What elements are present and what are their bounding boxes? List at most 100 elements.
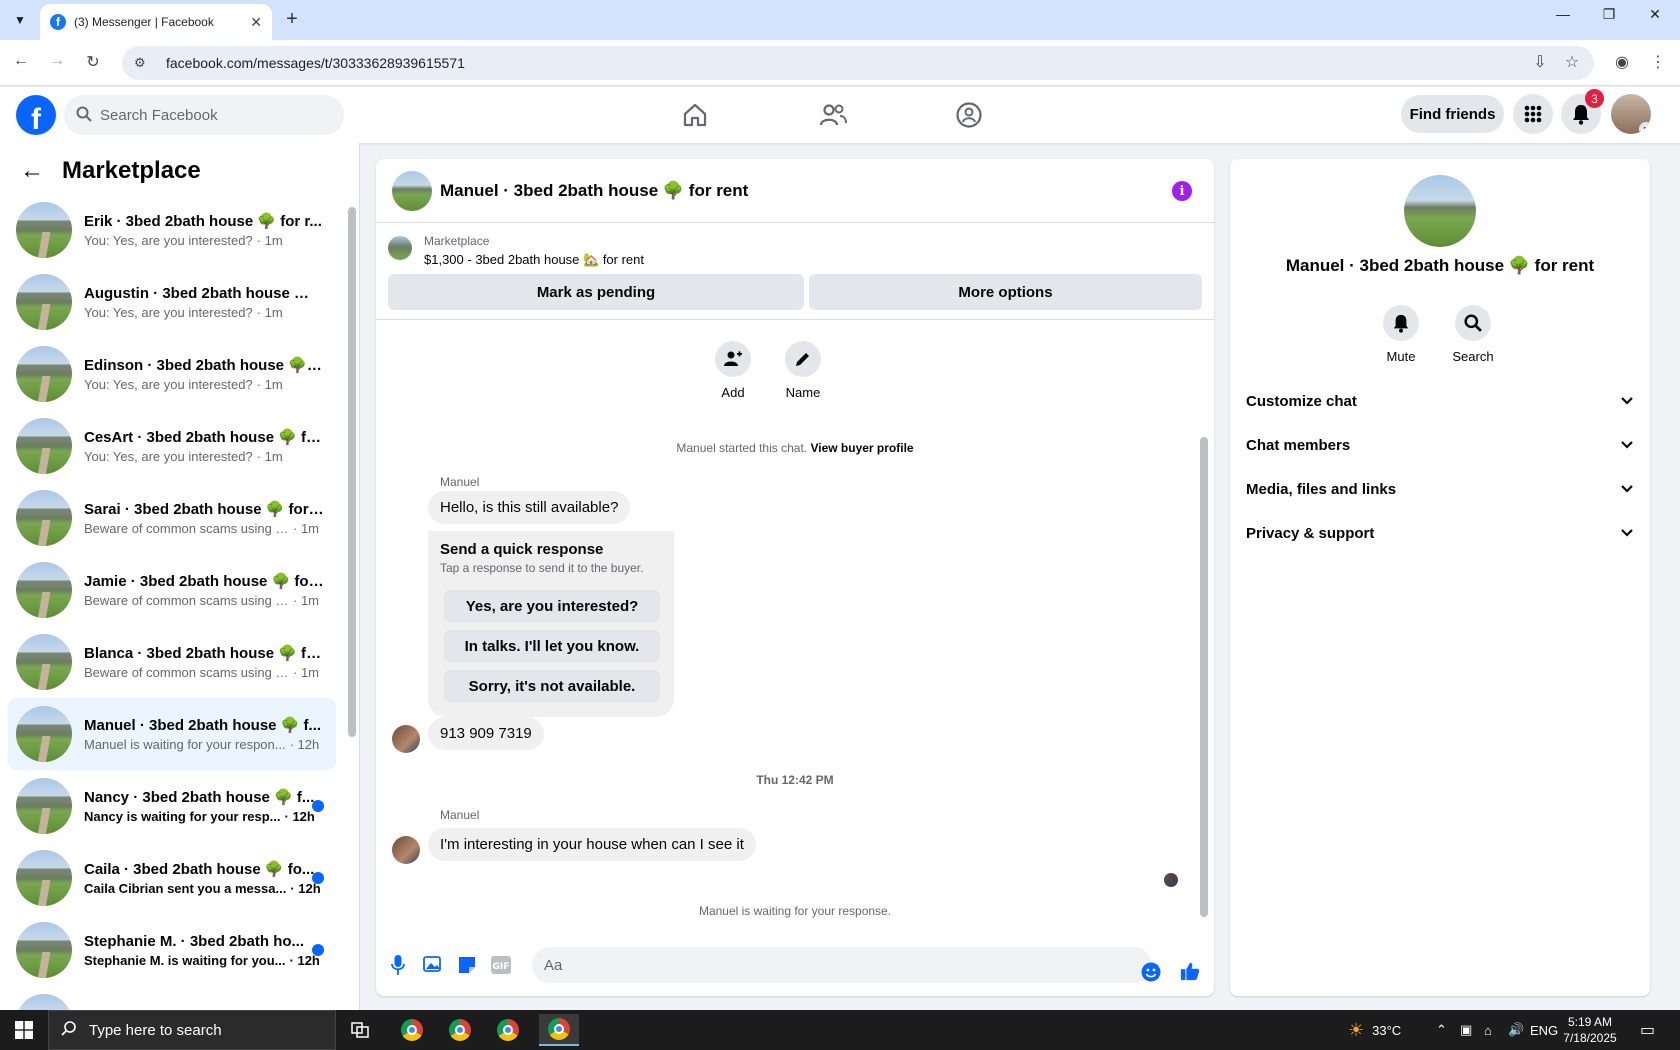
listing-label: Marketplace [424,234,490,248]
name-chat-action[interactable]: Name [773,341,833,400]
back-button[interactable]: ← [10,52,32,74]
conversation-text: Stephanie M. · 3bed 2bath ho... Stephanie… [84,933,324,968]
weather-widget[interactable]: ☀ 33°C [1348,1010,1401,1050]
account-avatar[interactable]: ▼ [1611,94,1651,134]
conversation-item[interactable]: Manuel · 3bed 2bath house 🌳 f... Manuel i… [8,698,336,770]
conversation-item[interactable]: Augustin · 3bed 2bath house 🌳... You: Yes… [8,266,336,338]
address-bar[interactable]: ⚙ facebook.com/messages/t/30333628939615… [122,46,1594,80]
message-bubble[interactable]: I'm interesting in your house when can I… [428,828,756,861]
friends-icon[interactable] [817,99,849,131]
bookmark-star-icon[interactable]: ☆ [1560,52,1584,72]
find-friends-button[interactable]: Find friends [1401,95,1504,133]
view-buyer-profile-link[interactable]: View buyer profile [810,441,913,455]
conversation-text: Augustin · 3bed 2bath house 🌳... You: Yes… [84,284,324,320]
mark-as-pending-button[interactable]: Mark as pending [388,274,804,310]
conversation-item[interactable]: Blanca · 3bed 2bath house 🌳 fo... Beware … [8,626,336,698]
browser-menu-icon[interactable]: ⋮ [1646,52,1670,72]
network-icon[interactable]: ▣ [1460,1010,1472,1050]
back-arrow-icon[interactable]: ← [20,157,44,185]
conversation-item[interactable]: Paloma · 3bed 2bath house 🌳... [8,986,336,1010]
facebook-search-input[interactable] [100,106,320,124]
message-input-box[interactable] [532,947,1152,983]
quick-response-in-talks-button[interactable]: In talks. I'll let you know. [444,630,660,662]
message-thread: Add Name Manuel started this chat. View … [376,321,1214,933]
section-label: Privacy & support [1246,524,1375,542]
task-view-icon[interactable] [340,1014,380,1046]
quick-response-not-available-button[interactable]: Sorry, it's not available. [444,670,660,702]
close-window-button[interactable]: ✕ [1632,6,1678,23]
install-app-icon[interactable]: ⇩ [1528,52,1552,72]
site-info-icon[interactable]: ⚙ [134,55,150,71]
groups-icon[interactable] [953,99,985,131]
windows-start-icon[interactable] [0,1010,48,1050]
listing-thumbnail[interactable] [388,236,412,260]
listing-detail[interactable]: $1,300 - 3bed 2bath house 🏡 for rent [424,252,644,268]
chat-details-panel: Manuel · 3bed 2bath house 🌳 for rent Mut… [1230,159,1650,996]
sender-avatar[interactable] [392,725,420,753]
chrome-taskbar-icon[interactable] [440,1014,480,1046]
browser-tab-messenger[interactable]: f (3) Messenger | Facebook ✕ [40,4,272,40]
conversation-item[interactable]: Stephanie M. · 3bed 2bath ho... Stephanie… [8,914,336,986]
conversation-time: · 12h [289,737,320,752]
message-input[interactable] [544,956,1104,974]
facebook-search[interactable] [64,95,344,135]
conversation-item[interactable]: Erik · 3bed 2bath house 🌳 for r... You: Y… [8,194,336,266]
forward-button[interactable]: → [46,52,68,74]
chat-avatar[interactable] [392,170,432,211]
customize-chat-section[interactable]: Customize chat [1246,381,1634,421]
facebook-logo-icon[interactable]: f [16,95,56,135]
conversation-item[interactable]: Edinson · 3bed 2bath house 🌳 f... You: Ye… [8,338,336,410]
microphone-icon[interactable] [388,955,408,975]
quick-response-yes-button[interactable]: Yes, are you interested? [444,590,660,622]
chrome-taskbar-icon-active[interactable] [539,1014,579,1046]
thumbs-up-icon[interactable] [1180,961,1200,981]
privacy-support-section[interactable]: Privacy & support [1246,513,1634,553]
sticker-icon[interactable] [457,955,477,975]
reload-button[interactable]: ↻ [82,52,104,74]
volume-icon[interactable]: 🔊 [1508,1010,1524,1050]
conversation-item[interactable]: Nancy · 3bed 2bath house 🌳 f... Nancy is … [8,770,336,842]
more-options-button[interactable]: More options [809,274,1202,310]
message-bubble[interactable]: 913 909 7319 [428,717,544,750]
restore-button[interactable]: ❐ [1586,6,1632,23]
conversation-item[interactable]: Jamie · 3bed 2bath house 🌳 for... Beware … [8,554,336,626]
conversation-preview: Nancy is waiting for your resp... · 12h [84,809,324,824]
media-files-links-section[interactable]: Media, files and links [1246,469,1634,509]
details-avatar[interactable] [1404,175,1476,247]
menu-grid-icon[interactable] [1513,94,1553,134]
photo-icon[interactable] [423,955,443,975]
show-hidden-icons-icon[interactable]: ⌃ [1436,1010,1447,1050]
add-people-action[interactable]: Add [703,341,763,400]
home-icon[interactable] [679,99,711,131]
system-clock[interactable]: 5:19 AM 7/18/2025 [1548,1014,1632,1046]
tab-search-button[interactable]: ▼ [8,8,32,32]
search-in-chat-action[interactable]: Search [1443,305,1503,364]
chrome-taskbar-icon[interactable] [488,1014,528,1046]
info-icon[interactable]: i [1172,181,1192,201]
mute-action[interactable]: Mute [1371,305,1431,364]
close-tab-icon[interactable]: ✕ [250,14,262,31]
conversation-item[interactable]: CesArt · 3bed 2bath house 🌳 fo... You: Ye… [8,410,336,482]
wifi-icon[interactable]: ⌂ [1484,1010,1492,1050]
minimize-button[interactable]: — [1540,6,1586,22]
conversation-time: · 1m [256,305,283,320]
listing-thumbnail [16,778,72,834]
chat-members-section[interactable]: Chat members [1246,425,1634,465]
conversation-name: Caila · 3bed 2bath house 🌳 fo... [84,861,315,878]
chat-title[interactable]: Manuel · 3bed 2bath house 🌳 for rent [440,181,748,201]
chat-scrollbar[interactable] [1200,437,1208,917]
conversation-preview: Manuel is waiting for your respon... · 12… [84,737,324,752]
message-bubble[interactable]: Hello, is this still available? [428,491,631,524]
taskbar-search-box[interactable]: Type here to search [48,1010,336,1050]
conversation-item[interactable]: Caila · 3bed 2bath house 🌳 fo... Caila Ci… [8,842,336,914]
new-tab-button[interactable]: + [280,8,304,31]
conversation-item[interactable]: Sarai · 3bed 2bath house 🌳 for ... Beware… [8,482,336,554]
sidebar-scrollbar[interactable] [348,207,356,737]
chrome-taskbar-icon[interactable] [392,1014,432,1046]
profile-icon[interactable]: ◉ [1610,52,1634,72]
notification-center-icon[interactable]: ▭ [1640,1010,1655,1050]
gif-icon[interactable]: GIF [491,955,511,975]
sender-avatar[interactable] [392,836,420,864]
clock-time: 5:19 AM [1567,1015,1613,1029]
emoji-icon[interactable] [1141,962,1161,982]
